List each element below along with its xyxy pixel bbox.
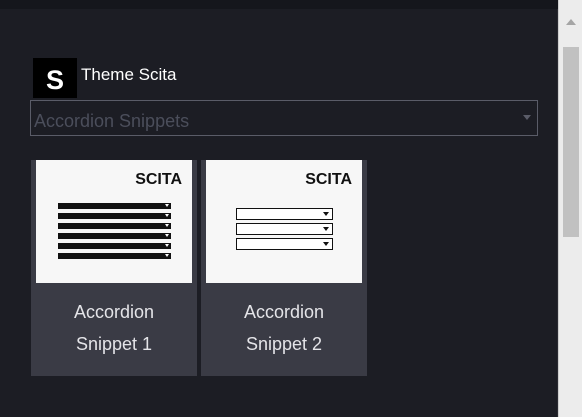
snippet-label-line-2: Snippet 2: [245, 334, 323, 354]
snippet-card-accordion-1[interactable]: SCITA Accordion Snippet 1: [31, 160, 197, 376]
vertical-scrollbar[interactable]: [558, 0, 582, 417]
snippet-label: Accordion Snippet 2: [201, 296, 367, 360]
theme-name: Theme Scita: [81, 65, 177, 84]
theme-logo: S: [33, 58, 77, 98]
snippet-label-line-2: Snippet 1: [75, 334, 153, 354]
snippet-label-line-1: Accordion: [243, 302, 325, 322]
snippet-thumbnail: SCITA: [36, 160, 192, 283]
snippet-panel: S Theme Scita Accordion Snippets SCITA A…: [0, 0, 558, 417]
scroll-thumb[interactable]: [563, 47, 579, 237]
brand-label: SCITA: [135, 171, 182, 188]
accordion-preview-icon: [236, 208, 333, 253]
chevron-up-icon: [565, 19, 576, 25]
scroll-up-button[interactable]: [559, 0, 582, 44]
snippet-label: Accordion Snippet 1: [31, 296, 197, 360]
panel-top-border: [0, 0, 558, 9]
snippet-category-select[interactable]: Accordion Snippets: [30, 100, 538, 136]
snippet-thumbnail: SCITA: [206, 160, 362, 283]
accordion-preview-icon: [58, 203, 171, 263]
snippet-label-line-1: Accordion: [73, 302, 155, 322]
theme-header: S Theme Scita: [33, 58, 176, 98]
snippet-card-accordion-2[interactable]: SCITA Accordion Snippet 2: [201, 160, 367, 376]
chevron-down-icon: [523, 115, 531, 120]
selected-category: Accordion Snippets: [34, 111, 190, 131]
brand-label: SCITA: [305, 171, 352, 188]
